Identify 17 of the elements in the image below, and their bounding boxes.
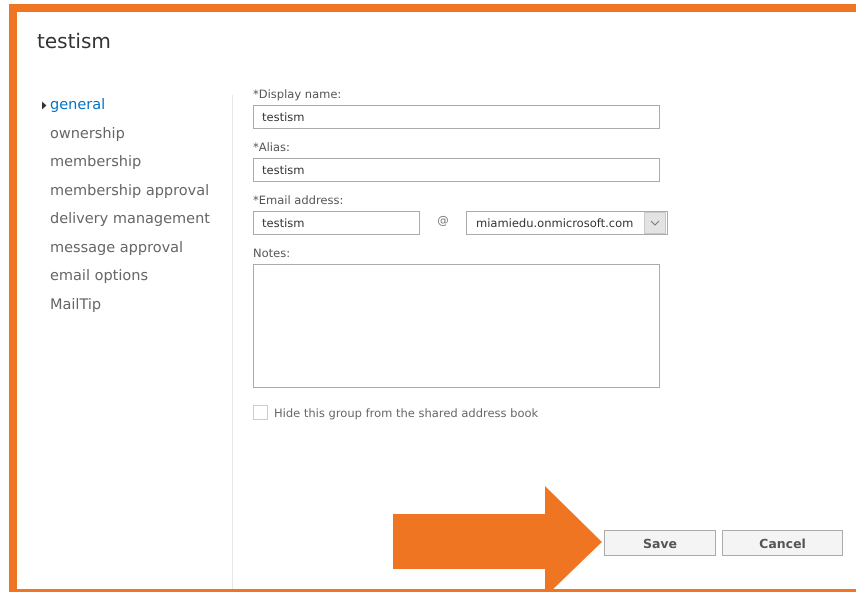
domain-select[interactable]: miamiedu.onmicrosoft.com (466, 211, 668, 235)
checkbox[interactable] (253, 405, 268, 420)
notes-field[interactable] (253, 264, 660, 388)
cancel-button[interactable]: Cancel (722, 530, 843, 556)
dialog-title: testism (36, 28, 112, 55)
checkbox-label: Hide this group from the shared address book (274, 406, 538, 420)
caret-icon (40, 100, 49, 110)
save-button[interactable]: Save (604, 530, 716, 556)
field-label: *Email address: (253, 193, 344, 209)
display-name-field[interactable]: testism (253, 105, 660, 129)
at-sign: @ (436, 212, 450, 229)
alias-field[interactable]: testism (253, 158, 660, 182)
field-label: Notes: (253, 246, 292, 262)
field-label: *Alias: (253, 140, 291, 156)
field-label: *Display name: (253, 87, 342, 103)
chevron-down-icon (644, 212, 666, 234)
email-field[interactable]: testism (253, 211, 420, 235)
